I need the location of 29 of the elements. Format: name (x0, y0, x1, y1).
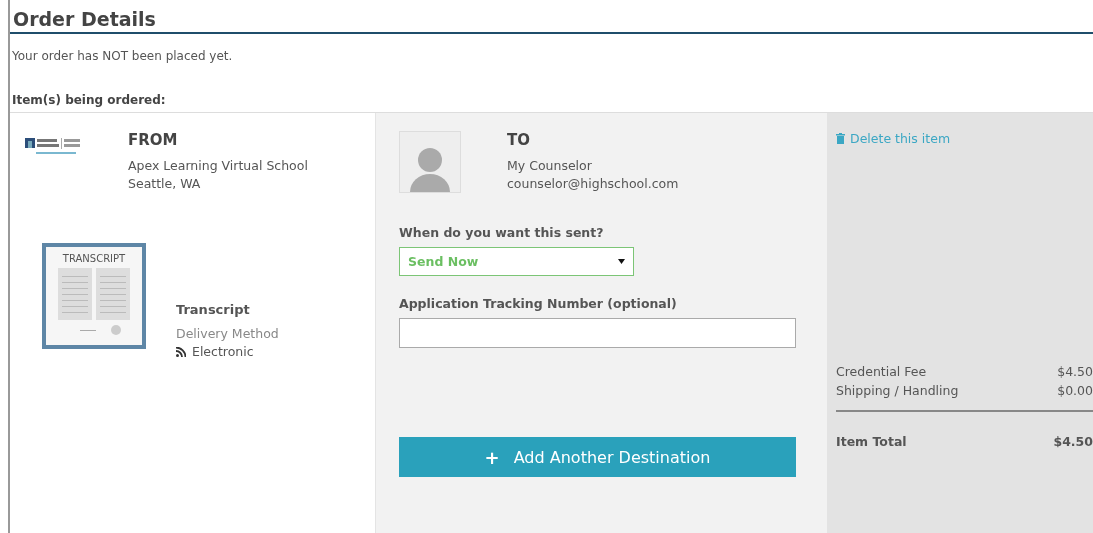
rss-icon (176, 347, 186, 357)
avatar-icon (399, 131, 461, 193)
caret-icon (618, 259, 625, 264)
total-label: Item Total (836, 433, 907, 451)
fee-label: Shipping / Handling (836, 382, 959, 400)
fee-amount: $4.50 (1057, 363, 1093, 381)
recipient-name: My Counselor (507, 157, 593, 175)
trash-icon (836, 133, 845, 144)
tracking-number-field[interactable] (399, 318, 796, 348)
recipient-email: counselor@highschool.com (507, 175, 679, 193)
sender-location: Seattle, WA (128, 175, 202, 193)
send-when-label: When do you want this sent? (399, 225, 605, 240)
page-title: Order Details (10, 0, 1093, 34)
delivery-method-label: Delivery Method (176, 325, 279, 343)
document-name: Transcript (176, 301, 251, 319)
sender-name: Apex Learning Virtual School (128, 157, 308, 175)
delete-item-link[interactable]: Delete this item (836, 131, 1093, 146)
order-notice: Your order has NOT been placed yet. (11, 48, 234, 63)
total-amount: $4.50 (1053, 433, 1093, 451)
add-destination-button[interactable]: + Add Another Destination (399, 437, 796, 477)
fee-label: Credential Fee (836, 363, 927, 381)
transcript-thumbnail: TRANSCRIPT (42, 243, 146, 349)
tracking-label: Application Tracking Number (optional) (399, 296, 678, 311)
items-heading: Item(s) being ordered: (11, 92, 167, 109)
fee-amount: $0.00 (1057, 382, 1093, 400)
delivery-method: Electronic (192, 343, 254, 361)
from-heading: FROM (128, 131, 179, 149)
send-when-select[interactable]: Send Now (399, 247, 634, 276)
to-heading: TO (507, 131, 531, 149)
